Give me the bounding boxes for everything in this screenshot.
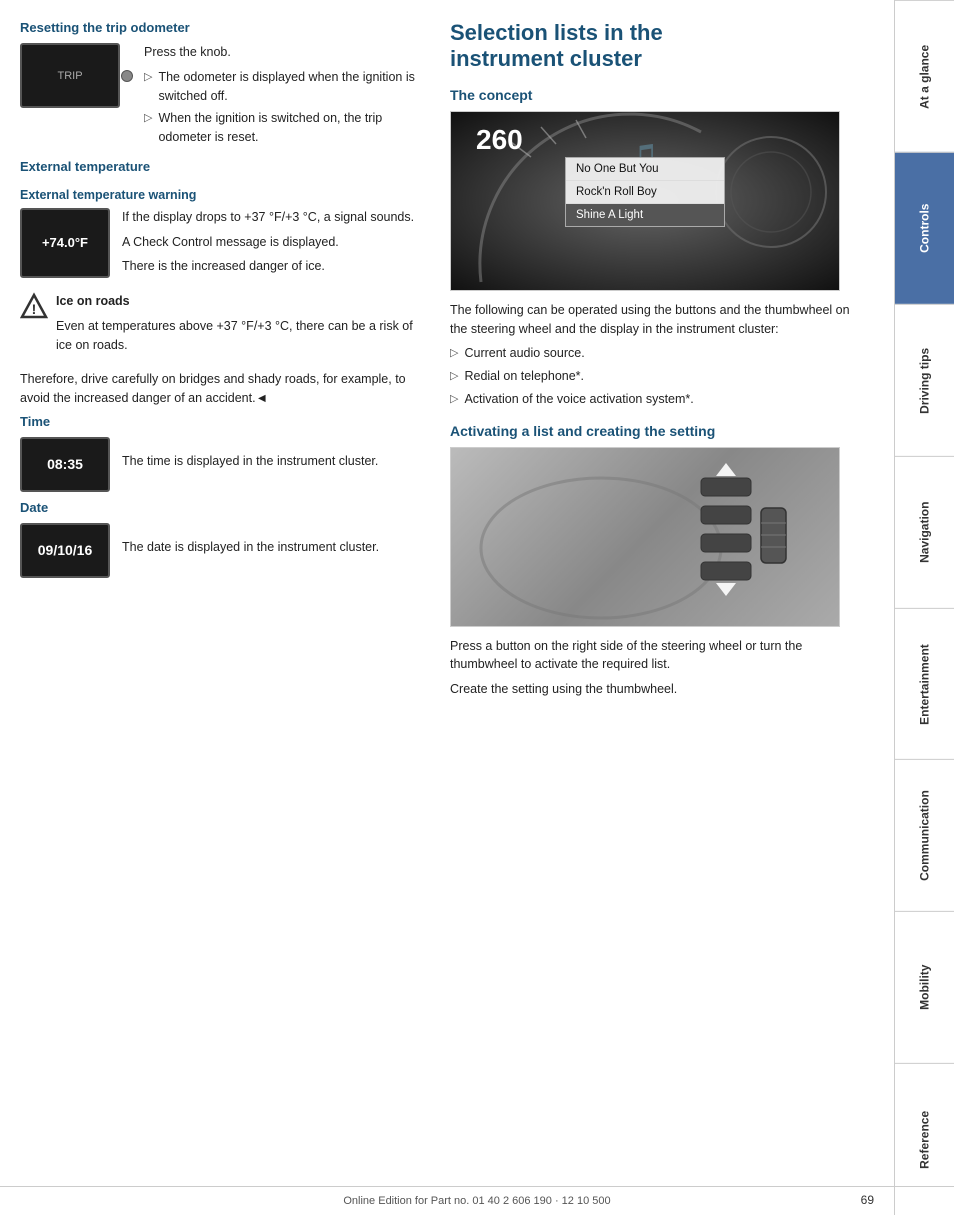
main-heading-line1: Selection lists in the xyxy=(450,20,663,45)
temp-text-3: There is the increased danger of ice. xyxy=(122,257,414,276)
page-container: Resetting the trip odometer TRIP Press t… xyxy=(0,0,954,1215)
concept-section: The concept xyxy=(450,87,870,409)
time-display-value: 08:35 xyxy=(47,456,83,472)
instrument-cluster-image: 260 🎵 No One But You Rock'n Roll Boy Shi… xyxy=(450,111,840,291)
concept-bullet-2-text: Redial on telephone*. xyxy=(464,367,584,386)
sidebar-label-navigation: Navigation xyxy=(918,501,932,562)
sidebar-label-at-a-glance: At a glance xyxy=(918,44,932,108)
time-heading: Time xyxy=(20,414,420,429)
concept-bullet-1: ▷ Current audio source. xyxy=(450,344,870,363)
steering-wheel-image xyxy=(450,447,840,627)
activating-heading: Activating a list and creating the setti… xyxy=(450,423,870,439)
temp-text-1: If the display drops to +37 °F/+3 °C, a … xyxy=(122,208,414,227)
warning-triangle-icon: ! xyxy=(20,292,48,320)
cluster-mock: 260 🎵 No One But You Rock'n Roll Boy Shi… xyxy=(451,112,839,290)
concept-bullet-1-text: Current audio source. xyxy=(464,344,584,363)
left-column: Resetting the trip odometer TRIP Press t… xyxy=(20,20,440,1195)
temp-display-figure: +74.0°F xyxy=(20,208,110,278)
odometer-text-block: Press the knob. ▷ The odometer is displa… xyxy=(144,43,420,151)
menu-item-1: No One But You xyxy=(566,158,724,181)
page-number: 69 xyxy=(861,1193,874,1207)
sidebar-label-mobility: Mobility xyxy=(918,965,932,1010)
reset-odometer-heading: Resetting the trip odometer xyxy=(20,20,420,35)
bullet-arrow-icon: ▷ xyxy=(450,391,458,408)
odometer-bullet-2: ▷ When the ignition is switched on, the … xyxy=(144,109,420,147)
reset-odometer-section: Resetting the trip odometer TRIP Press t… xyxy=(20,20,420,159)
menu-item-2: Rock'n Roll Boy xyxy=(566,181,724,204)
sidebar-label-driving-tips: Driving tips xyxy=(918,347,932,413)
sidebar-item-mobility[interactable]: Mobility xyxy=(895,911,954,1063)
steering-mock xyxy=(451,448,839,626)
date-display-box: 09/10/16 xyxy=(20,523,110,578)
warning-text-block: Ice on roads Even at temperatures above … xyxy=(56,292,420,360)
concept-body-text: The following can be operated using the … xyxy=(450,301,870,339)
menu-item-3-selected: Shine A Light xyxy=(566,204,724,226)
sidebar-item-navigation[interactable]: Navigation xyxy=(895,456,954,608)
sidebar-item-driving-tips[interactable]: Driving tips xyxy=(895,304,954,456)
temp-text-block: If the display drops to +37 °F/+3 °C, a … xyxy=(122,208,414,282)
bullet-arrow-icon: ▷ xyxy=(450,345,458,362)
temp-text-2: A Check Control message is displayed. xyxy=(122,233,414,252)
sidebar-item-entertainment[interactable]: Entertainment xyxy=(895,608,954,760)
sidebar-label-communication: Communication xyxy=(918,790,932,881)
activating-heading-line1: Activating a list and creating the setti… xyxy=(450,423,715,439)
sidebar: At a glance Controls Driving tips Naviga… xyxy=(894,0,954,1215)
temp-display-value: +74.0°F xyxy=(42,235,88,250)
odometer-bullet-1-text: The odometer is displayed when the ignit… xyxy=(158,68,420,106)
page-footer: Online Edition for Part no. 01 40 2 606 … xyxy=(0,1186,954,1215)
right-column: Selection lists in the instrument cluste… xyxy=(440,20,870,1195)
date-text: The date is displayed in the instrument … xyxy=(122,538,379,557)
warning-box: ! Ice on roads Even at temperatures abov… xyxy=(20,292,420,360)
external-temp-section: External temperature External temperatur… xyxy=(20,159,420,408)
concept-heading: The concept xyxy=(450,87,870,103)
sidebar-label-controls: Controls xyxy=(918,204,932,253)
warning-text: Even at temperatures above +37 °F/+3 °C,… xyxy=(56,317,420,355)
main-heading-line2: instrument cluster xyxy=(450,46,642,71)
concept-bullet-3: ▷ Activation of the voice activation sys… xyxy=(450,390,870,409)
odometer-figure: TRIP xyxy=(20,43,120,108)
main-heading: Selection lists in the instrument cluste… xyxy=(450,20,870,73)
odometer-bullet-2-text: When the ignition is switched on, the tr… xyxy=(158,109,420,147)
temp-display-box: +74.0°F xyxy=(20,208,110,278)
sidebar-item-communication[interactable]: Communication xyxy=(895,759,954,911)
external-temp-heading: External temperature xyxy=(20,159,420,174)
bullet-arrow-icon: ▷ xyxy=(450,368,458,385)
sidebar-item-controls[interactable]: Controls xyxy=(895,152,954,304)
date-section: Date 09/10/16 The date is displayed in t… xyxy=(20,500,420,578)
extra-warning-text: Therefore, drive carefully on bridges an… xyxy=(20,370,420,408)
sidebar-label-entertainment: Entertainment xyxy=(918,644,932,725)
cluster-menu-overlay: No One But You Rock'n Roll Boy Shine A L… xyxy=(565,157,725,227)
activating-section: Activating a list and creating the setti… xyxy=(450,423,870,699)
bullet-arrow-icon: ▷ xyxy=(144,110,152,127)
time-section: Time 08:35 The time is displayed in the … xyxy=(20,414,420,492)
external-temp-warning-heading: External temperature warning xyxy=(20,188,420,202)
activating-text-2: Create the setting using the thumbwheel. xyxy=(450,680,870,699)
time-display-box: 08:35 xyxy=(20,437,110,492)
time-text: The time is displayed in the instrument … xyxy=(122,452,378,471)
odometer-bullet-1: ▷ The odometer is displayed when the ign… xyxy=(144,68,420,106)
sidebar-label-reference: Reference xyxy=(918,1111,932,1169)
footer-text: Online Edition for Part no. 01 40 2 606 … xyxy=(343,1195,610,1207)
svg-text:!: ! xyxy=(32,301,37,317)
odometer-knob xyxy=(121,70,133,82)
date-display-value: 09/10/16 xyxy=(38,542,93,558)
concept-bullet-2: ▷ Redial on telephone*. xyxy=(450,367,870,386)
odometer-intro: Press the knob. xyxy=(144,43,420,62)
date-heading: Date xyxy=(20,500,420,515)
bullet-arrow-icon: ▷ xyxy=(144,69,152,86)
sidebar-item-at-a-glance[interactable]: At a glance xyxy=(895,0,954,152)
concept-bullet-3-text: Activation of the voice activation syste… xyxy=(464,390,693,409)
speedometer-number: 260 xyxy=(476,124,523,156)
activating-text-1: Press a button on the right side of the … xyxy=(450,637,870,675)
warning-title: Ice on roads xyxy=(56,292,420,311)
main-content: Resetting the trip odometer TRIP Press t… xyxy=(0,0,894,1215)
